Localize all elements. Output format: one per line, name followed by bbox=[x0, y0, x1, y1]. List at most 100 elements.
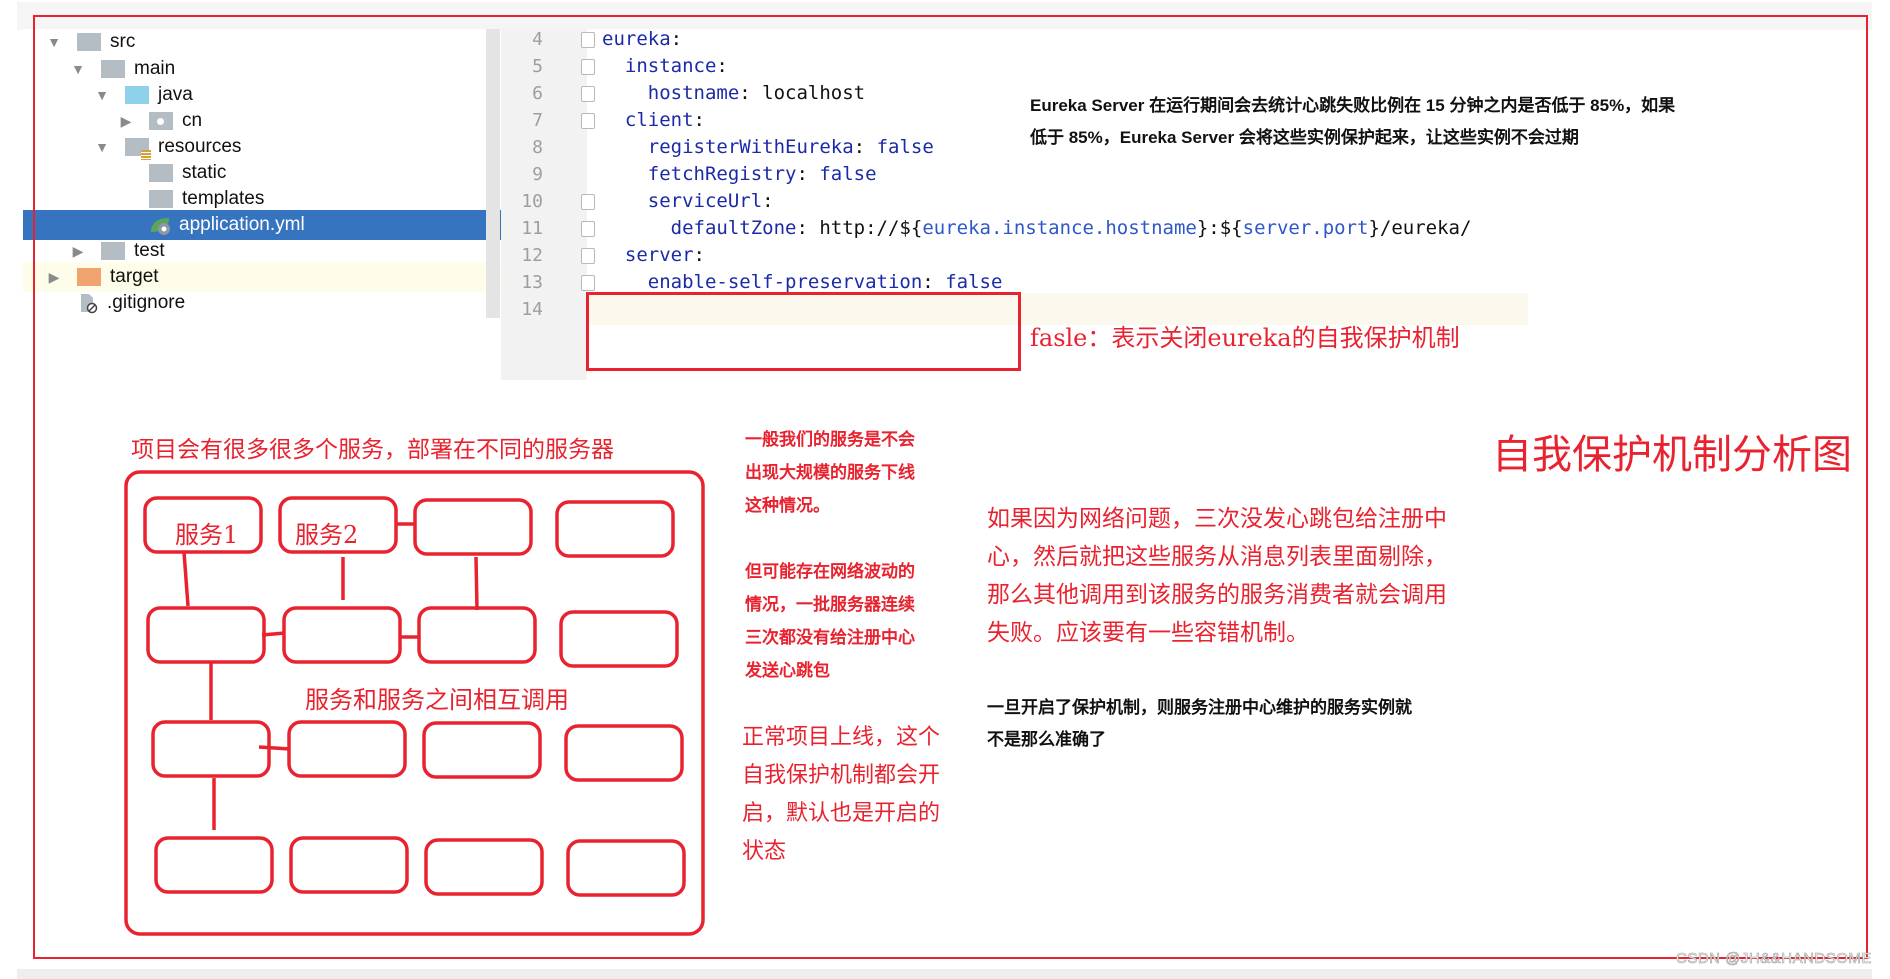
folder-grey-icon bbox=[149, 164, 173, 182]
code-token: : bbox=[796, 163, 820, 185]
folder-grey-icon bbox=[101, 242, 125, 260]
normal-state-note: 正常项目上线，这个 自我保护机制都会开 启，默认也是开启的 状态 bbox=[742, 718, 940, 870]
service-box-3-4 bbox=[564, 724, 684, 782]
service-box-3-1 bbox=[151, 720, 271, 778]
code-token: : bbox=[670, 29, 683, 50]
fold-end-icon[interactable] bbox=[581, 221, 595, 237]
tree-item-src[interactable]: ▼ src bbox=[23, 29, 501, 57]
code-token: registerWithEureka bbox=[602, 136, 854, 158]
network-issue-note-line-1: 如果因为网络问题，三次没发心跳包给注册中 bbox=[987, 505, 1447, 531]
code-text: registerWithEureka: false bbox=[602, 136, 934, 158]
network-issue-note-line-3: 那么其他调用到该服务的服务消费者就会调用 bbox=[987, 581, 1447, 607]
accuracy-note-line-1: 一旦开启了保护机制，则服务注册中心维护的服务实例就 bbox=[987, 698, 1412, 717]
diagram-caption-top: 项目会有很多很多个服务，部署在不同的服务器 bbox=[131, 436, 614, 462]
fold-end-icon[interactable] bbox=[581, 275, 595, 291]
service-box-4-1 bbox=[154, 836, 274, 894]
ignored-file-icon bbox=[77, 292, 101, 314]
bold-note-2-line-4: 发送心跳包 bbox=[745, 661, 830, 680]
collapse-arrow-right-icon[interactable]: ▶ bbox=[119, 113, 133, 129]
code-token: hostname bbox=[602, 82, 740, 104]
eureka-note-line-2: 低于 85%，Eureka Server 会将这些实例保护起来，让这些实例不会过… bbox=[1030, 128, 1579, 147]
folder-grey-icon bbox=[101, 60, 125, 78]
folder-blue-icon bbox=[125, 86, 149, 104]
service-box-4-4 bbox=[566, 839, 686, 897]
tree-item-gitignore[interactable]: .gitignore bbox=[23, 288, 501, 318]
service-1-label: 服务1 bbox=[175, 521, 239, 549]
fold-collapse-icon[interactable] bbox=[581, 113, 595, 129]
expand-arrow-down-icon[interactable]: ▼ bbox=[47, 34, 61, 50]
code-token: false bbox=[876, 136, 934, 158]
tree-item-label: target bbox=[110, 266, 159, 287]
service-box-1-4 bbox=[555, 500, 675, 558]
code-token: : bbox=[853, 136, 877, 158]
code-text: instance: bbox=[602, 55, 728, 77]
collapse-arrow-right-icon[interactable]: ▶ bbox=[71, 243, 85, 259]
folder-grey-icon bbox=[77, 33, 101, 51]
code-token: eureka.instance.hostname bbox=[922, 217, 1197, 239]
package-folder-icon bbox=[149, 112, 173, 130]
tree-item-label: templates bbox=[182, 188, 265, 209]
code-token: : bbox=[693, 244, 705, 266]
fold-end-icon[interactable] bbox=[581, 86, 595, 102]
bold-note-1-line-1: 一般我们的服务是不会 bbox=[745, 430, 915, 449]
tree-item-label: main bbox=[134, 58, 176, 79]
service-box-4-3 bbox=[424, 838, 544, 896]
bold-note-1-line-2: 出现大规模的服务下线 bbox=[745, 463, 915, 482]
code-token: server.port bbox=[1242, 217, 1369, 239]
watermark: CSDN @JH&&HANDSOME bbox=[1676, 950, 1872, 968]
line-number: 13 bbox=[521, 271, 543, 293]
code-token: }:${ bbox=[1196, 217, 1243, 239]
fold-collapse-icon[interactable] bbox=[581, 59, 595, 75]
expand-arrow-down-icon[interactable]: ▼ bbox=[95, 139, 109, 155]
code-text: hostname: localhost bbox=[602, 82, 865, 104]
code-token: serviceUrl bbox=[602, 190, 763, 212]
fold-collapse-icon[interactable] bbox=[581, 194, 595, 210]
accuracy-note-line-2: 不是那么准确了 bbox=[987, 730, 1106, 749]
diagram-caption-middle: 服务和服务之间相互调用 bbox=[305, 687, 569, 714]
bold-note-2-line-1: 但可能存在网络波动的 bbox=[745, 562, 915, 581]
spring-config-file-icon bbox=[149, 214, 173, 236]
expand-arrow-down-icon[interactable]: ▼ bbox=[95, 87, 109, 103]
project-tree-scrollbar[interactable] bbox=[486, 29, 500, 318]
code-token: server bbox=[602, 244, 694, 266]
tree-item-label: static bbox=[182, 162, 227, 183]
folder-grey-icon bbox=[149, 190, 173, 208]
line-number: 7 bbox=[532, 109, 543, 131]
line-number: 9 bbox=[532, 163, 543, 185]
code-text: serviceUrl: bbox=[602, 190, 774, 212]
line-number: 12 bbox=[521, 244, 543, 266]
bold-note-2-line-2: 情况，一批服务器连续 bbox=[745, 595, 915, 614]
code-token: enable-self-preservation bbox=[602, 271, 923, 293]
connection-line bbox=[261, 631, 286, 637]
fold-collapse-icon[interactable] bbox=[581, 248, 595, 264]
eureka-note-line-1: Eureka Server 在运行期间会去统计心跳失败比例在 15 分钟之内是否… bbox=[1030, 96, 1676, 115]
resources-folder-icon bbox=[125, 138, 151, 160]
diagram-title: 自我保护机制分析图 bbox=[1492, 433, 1852, 477]
folder-orange-icon bbox=[77, 268, 101, 286]
service-box-2-2 bbox=[282, 606, 402, 664]
service-box-1-3 bbox=[413, 498, 533, 556]
bold-note-2-line-3: 三次都没有给注册中心 bbox=[745, 628, 915, 647]
code-token: }/eureka/ bbox=[1368, 217, 1472, 239]
fold-collapse-icon[interactable] bbox=[581, 32, 595, 48]
service-box-3-2 bbox=[287, 720, 407, 778]
code-text: eureka: bbox=[602, 29, 682, 50]
code-text: fetchRegistry: false bbox=[602, 163, 877, 185]
tree-item-label: java bbox=[158, 84, 193, 105]
expand-arrow-down-icon[interactable]: ▼ bbox=[71, 61, 85, 77]
tree-item-label: cn bbox=[182, 110, 203, 131]
normal-state-note-line-4: 状态 bbox=[742, 838, 787, 863]
collapse-arrow-right-icon[interactable]: ▶ bbox=[47, 269, 61, 285]
code-text: server: bbox=[602, 244, 705, 266]
service-box-2-4 bbox=[559, 610, 679, 668]
code-token: false bbox=[945, 271, 1003, 293]
bold-note-2: 但可能存在网络波动的 情况，一批服务器连续 三次都没有给注册中心 发送心跳包 bbox=[745, 555, 955, 687]
line-number: 8 bbox=[532, 136, 543, 158]
connection-line bbox=[182, 551, 190, 607]
bold-note-1: 一般我们的服务是不会 出现大规模的服务下线 这种情况。 bbox=[745, 423, 955, 522]
code-token: defaultZone bbox=[602, 217, 797, 239]
code-token: : bbox=[693, 109, 705, 131]
